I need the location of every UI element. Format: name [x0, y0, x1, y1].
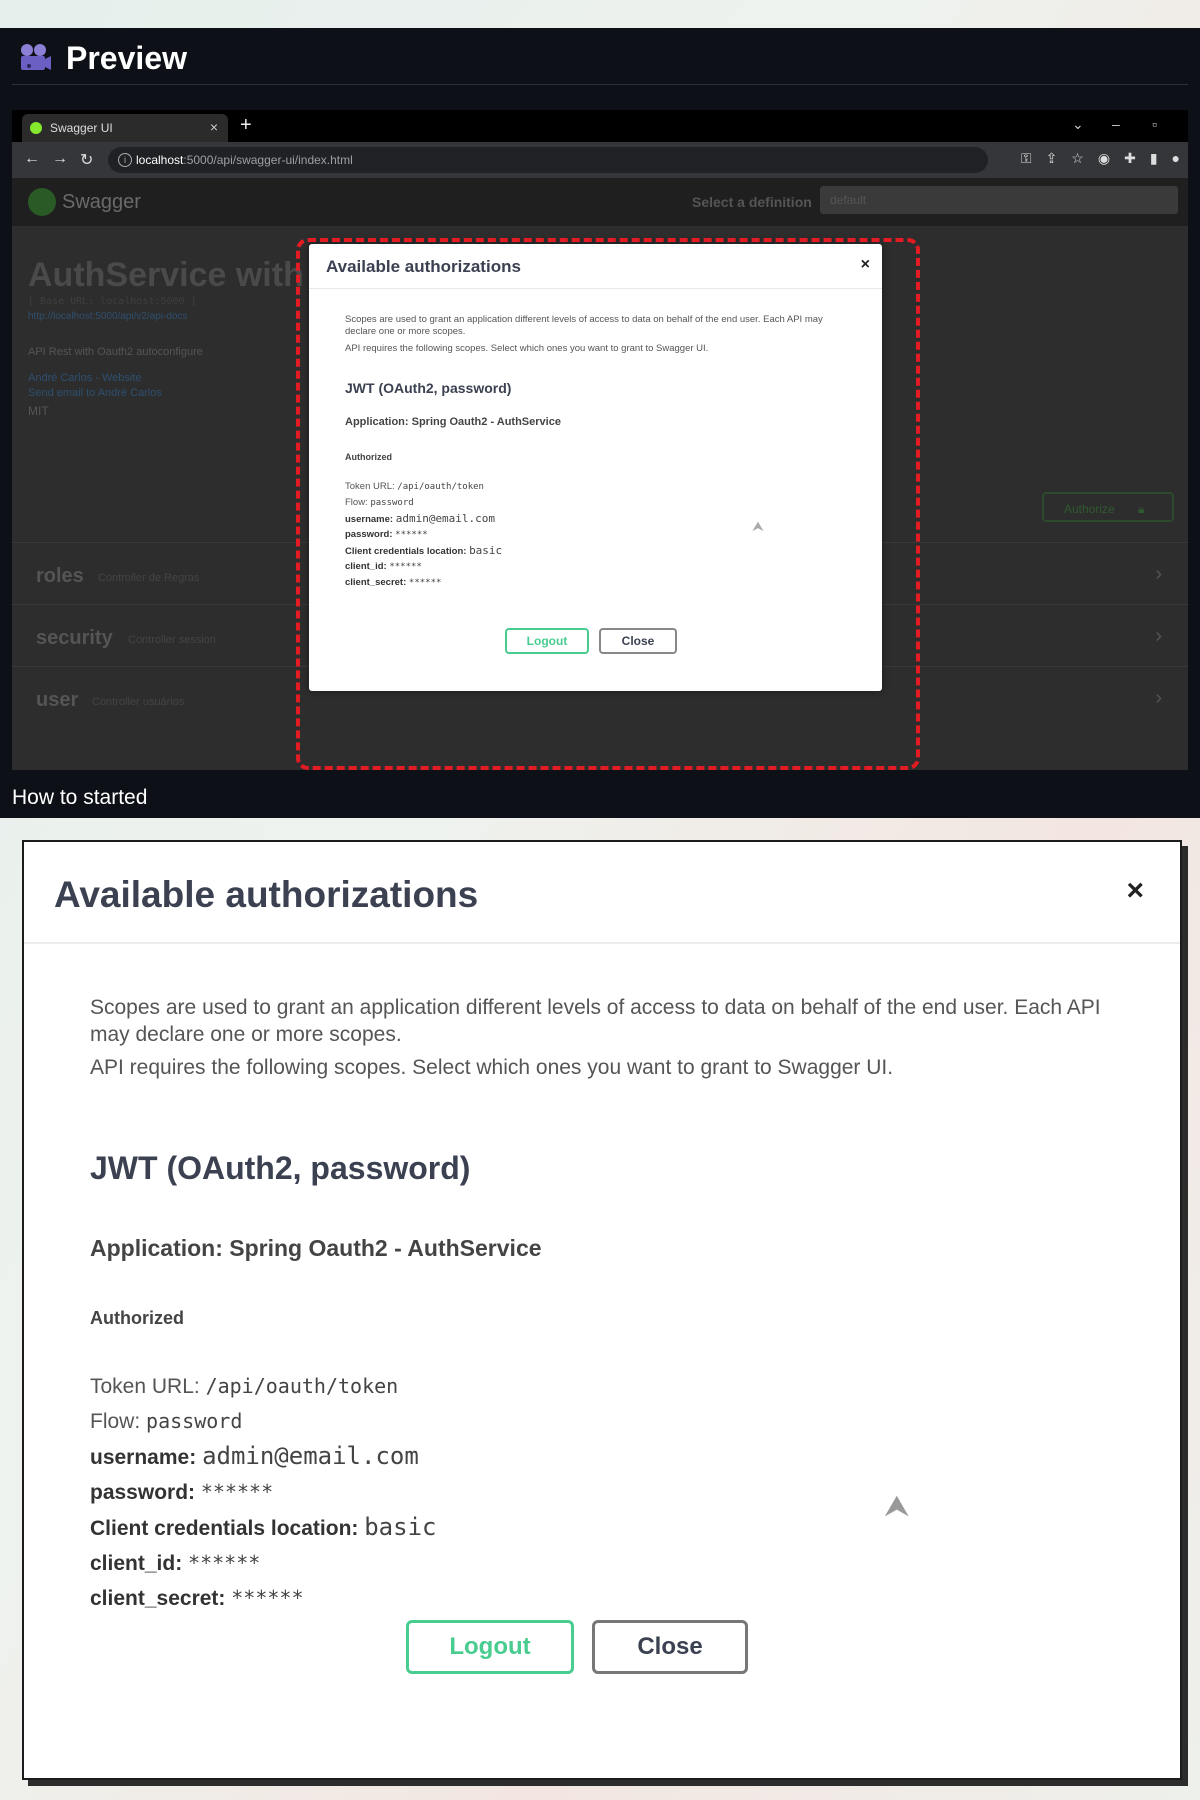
camera-icon — [21, 44, 51, 70]
token-url-row: Token URL: /api/oauth/token — [90, 1374, 399, 1398]
tab-title: Swagger UI — [50, 121, 113, 135]
contact-email-link[interactable]: Send email to André Carlos — [28, 387, 162, 399]
forward-icon[interactable]: → — [52, 150, 68, 168]
back-icon[interactable]: ← — [24, 150, 40, 168]
authorize-button[interactable]: Authorize 🔒︎ — [1042, 492, 1174, 522]
browser-tab[interactable]: Swagger UI × — [22, 114, 228, 142]
swagger-logo-text: Swagger — [62, 190, 141, 213]
chevron-right-icon: › — [1155, 625, 1162, 647]
preview-caption: How to started — [12, 786, 148, 809]
api-docs-link[interactable]: http://localhost:5000/api/v2/api-docs — [28, 311, 188, 322]
swagger-favicon-icon — [30, 122, 42, 134]
modal-divider — [24, 942, 1180, 944]
authorized-label: Authorized — [90, 1308, 184, 1328]
scheme-heading: JWT (OAuth2, password) — [90, 1150, 471, 1186]
section-name: user — [36, 689, 79, 711]
new-tab-button[interactable]: + — [240, 114, 252, 137]
site-info-icon[interactable]: i — [118, 153, 132, 167]
flow-row: Flow: password — [90, 1409, 243, 1433]
key-icon[interactable]: ⚿ — [1021, 150, 1032, 167]
swagger-logo-icon — [28, 188, 56, 216]
select-definition-label: Select a definition — [692, 194, 812, 210]
restore-icon[interactable]: ▫ — [1152, 116, 1157, 132]
minimize-icon[interactable]: – — [1112, 116, 1120, 132]
api-license: MIT — [28, 404, 49, 418]
scope-description: Scopes are used to grant an application … — [90, 996, 1101, 1046]
extension-circle-icon[interactable]: ◉ — [1098, 150, 1110, 167]
preview-divider — [12, 84, 1188, 85]
client-id-row: client_id: ****** — [90, 1551, 261, 1575]
tab-close-icon[interactable]: × — [210, 119, 218, 135]
modal-title: Available authorizations — [54, 874, 479, 915]
api-description: API Rest with Oauth2 autoconfigure — [28, 346, 203, 358]
reload-icon[interactable]: ↻ — [80, 150, 93, 170]
logout-button[interactable]: Logout — [406, 1620, 574, 1674]
auth-modal-zoomed: Available authorizations × Scopes are us… — [22, 840, 1182, 1780]
close-icon[interactable]: × — [1126, 874, 1144, 908]
password-row: password: ****** — [90, 1480, 274, 1504]
client-secret-row: client_secret: ****** — [90, 1586, 304, 1610]
sidepanel-icon[interactable]: ▮ — [1150, 150, 1158, 167]
application-name: Application: Spring Oauth2 - AuthService — [90, 1235, 542, 1261]
profile-avatar-icon[interactable]: ● — [1172, 150, 1180, 167]
scope-instructions: API requires the following scopes. Selec… — [90, 1056, 894, 1079]
client-location-row: Client credentials location: basic — [90, 1513, 437, 1541]
share-icon[interactable]: ⇪ — [1046, 150, 1058, 167]
browser-toolbar: ⚿ ⇪ ☆ ◉ ✚ ▮ ● — [1021, 150, 1180, 167]
contact-website-link[interactable]: André Carlos - Website — [28, 372, 142, 384]
preview-header: Preview — [16, 38, 1184, 78]
preview-title: Preview — [66, 39, 187, 76]
modal-buttons: Logout Close — [406, 1620, 748, 1674]
section-name: roles — [36, 565, 84, 587]
api-title: AuthService with S — [28, 256, 336, 294]
swagger-logo[interactable]: Swagger — [28, 188, 141, 216]
section-desc: Controller de Regras — [98, 572, 200, 584]
preview-panel: Preview Swagger UI × + ⌄ – ▫ ← → ↻ i loc… — [0, 28, 1200, 818]
section-desc: Controller usuários — [92, 696, 185, 708]
api-base-url: [ Base URL: localhost:5000 ] — [28, 296, 197, 307]
close-button[interactable]: Close — [592, 1620, 748, 1674]
bookmark-star-icon[interactable]: ☆ — [1071, 150, 1084, 167]
chevron-right-icon: › — [1155, 563, 1162, 585]
lock-icon: 🔒︎ — [1138, 502, 1145, 516]
url-field[interactable]: i localhost:5000/api/swagger-ui/index.ht… — [108, 147, 988, 173]
tab-bar: Swagger UI × + ⌄ – ▫ — [12, 110, 1188, 142]
highlight-box — [296, 238, 920, 770]
username-row: username: admin@email.com — [90, 1442, 419, 1470]
section-name: security — [36, 627, 113, 649]
chevron-right-icon: › — [1155, 687, 1162, 709]
swagger-topbar: Swagger Select a definition default — [12, 178, 1188, 226]
mouse-cursor-icon: ⮝ — [884, 1490, 910, 1523]
tab-search-icon[interactable]: ⌄ — [1072, 116, 1084, 133]
address-bar: ← → ↻ i localhost:5000/api/swagger-ui/in… — [12, 142, 1188, 178]
authorize-label: Authorize — [1064, 502, 1115, 516]
modal-body: Scopes are used to grant an application … — [90, 994, 1114, 1616]
section-desc: Controller session — [128, 634, 217, 646]
url-path: :5000/api/swagger-ui/index.html — [183, 153, 353, 167]
extensions-puzzle-icon[interactable]: ✚ — [1124, 150, 1136, 167]
url-host: localhost — [136, 153, 184, 167]
definition-select[interactable]: default — [820, 186, 1178, 214]
